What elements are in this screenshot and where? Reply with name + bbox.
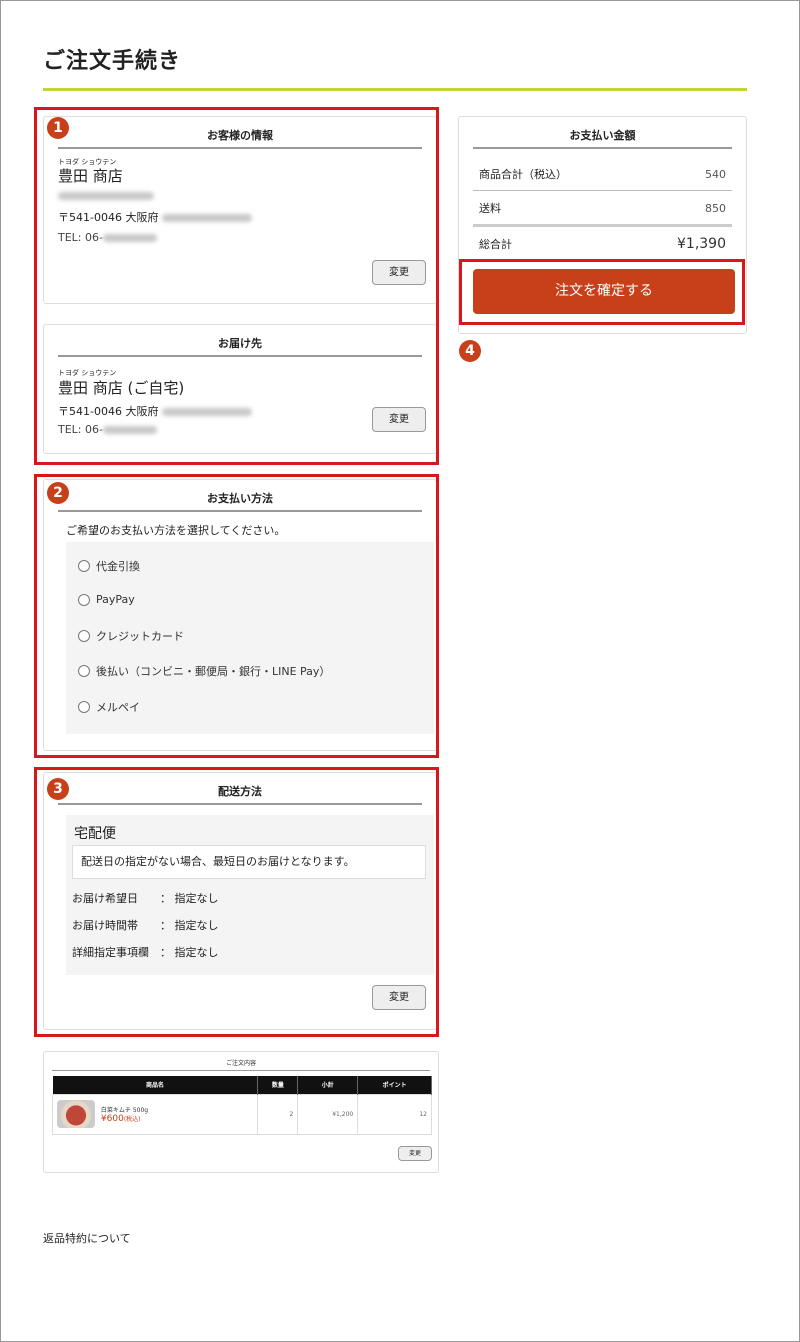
delivery-address-card: お届け先 トヨダ ショウテン 豊田 商店 (ご自宅) 〒541-0046 大阪府… bbox=[43, 324, 437, 454]
order-items-heading: ご注文内容 bbox=[52, 1058, 430, 1071]
radio-icon[interactable] bbox=[78, 701, 90, 713]
product-qty: 2 bbox=[257, 1093, 299, 1135]
title-divider bbox=[43, 88, 747, 91]
delivery-name: 豊田 商店 (ご自宅) bbox=[58, 379, 185, 397]
summary-row-total: 総合計 ¥1,390 bbox=[479, 236, 726, 252]
customer-tel: TEL: 06- bbox=[58, 231, 157, 244]
shipping-note: 配送日の指定がない場合、最短日のお届けとなります。 bbox=[72, 845, 426, 879]
delivery-change-button[interactable]: 変更 bbox=[372, 407, 426, 432]
payment-option-cod[interactable]: 代金引換 bbox=[78, 558, 140, 574]
customer-address: 〒541-0046 大阪府 bbox=[58, 209, 252, 225]
product-price: ¥600 bbox=[100, 1113, 124, 1124]
step-badge-4: 4 bbox=[459, 340, 481, 362]
radio-icon[interactable] bbox=[78, 560, 90, 572]
product-subtotal: ¥1,200 bbox=[297, 1093, 359, 1135]
payment-option-paypay[interactable]: PayPay bbox=[78, 593, 135, 606]
summary-row-shipping: 送料 850 bbox=[479, 201, 726, 216]
product-name[interactable]: 白菜キムチ 500g bbox=[101, 1105, 148, 1114]
summary-row-subtotal: 商品合計（税込） 540 bbox=[479, 167, 726, 182]
payment-option-merpay[interactable]: メルペイ bbox=[78, 699, 140, 715]
delivery-tel: TEL: 06- bbox=[58, 423, 157, 436]
shipping-method-heading: 配送方法 bbox=[58, 783, 422, 805]
step-badge-3: 3 bbox=[47, 778, 69, 800]
table-row: 白菜キムチ 500g ¥600(税込) 2 ¥1,200 12 bbox=[51, 1093, 432, 1135]
shipping-change-button[interactable]: 変更 bbox=[372, 985, 426, 1010]
column-header-points: ポイント bbox=[357, 1076, 432, 1094]
returns-policy-link[interactable]: 返品特約について bbox=[43, 1230, 131, 1246]
confirm-order-button[interactable]: 注文を確定する bbox=[473, 269, 735, 314]
customer-info-heading: お客様の情報 bbox=[58, 127, 422, 149]
radio-icon[interactable] bbox=[78, 593, 90, 606]
product-thumbnail[interactable] bbox=[57, 1100, 95, 1128]
payment-option-credit-card[interactable]: クレジットカード bbox=[78, 628, 184, 644]
shipping-method-name: 宅配便 bbox=[74, 826, 116, 842]
payment-options: 代金引換 PayPay クレジットカード 後払い（コンビニ・郵便局・銀行・LIN… bbox=[66, 542, 434, 734]
shipping-row-date: お届け希望日： 指定なし bbox=[72, 892, 219, 905]
customer-email bbox=[58, 189, 154, 202]
product-points: 12 bbox=[357, 1093, 432, 1135]
step-badge-1: 1 bbox=[47, 117, 69, 139]
shipping-method-card: 配送方法 宅配便 配送日の指定がない場合、最短日のお届けとなります。 お届け希望… bbox=[43, 772, 437, 1030]
shipping-row-time: お届け時間帯： 指定なし bbox=[72, 919, 219, 932]
payment-option-deferred[interactable]: 後払い（コンビニ・郵便局・銀行・LINE Pay） bbox=[78, 663, 330, 679]
delivery-address-heading: お届け先 bbox=[58, 335, 422, 357]
payment-method-card: お支払い方法 ご希望のお支払い方法を選択してください。 代金引換 PayPay … bbox=[43, 479, 437, 751]
shipping-row-details: 詳細指定事項欄： 指定なし bbox=[72, 946, 219, 959]
order-items-change-button[interactable]: 変更 bbox=[398, 1146, 432, 1161]
page-title: ご注文手続き bbox=[43, 49, 182, 74]
product-cell: 白菜キムチ 500g ¥600(税込) bbox=[51, 1093, 259, 1135]
customer-change-button[interactable]: 変更 bbox=[372, 260, 426, 285]
delivery-address: 〒541-0046 大阪府 bbox=[58, 403, 252, 419]
payment-summary-card: お支払い金額 商品合計（税込） 540 送料 850 総合計 ¥1,390 注文を確定… bbox=[458, 116, 747, 334]
radio-icon[interactable] bbox=[78, 665, 90, 677]
payment-method-heading: お支払い方法 bbox=[58, 490, 422, 512]
payment-summary-heading: お支払い金額 bbox=[473, 127, 732, 149]
column-header-name: 商品名 bbox=[52, 1076, 259, 1094]
order-items-table: 商品名 数量 小計 ポイント 白菜キムチ 500g ¥600(税込) 2 ¥1,… bbox=[51, 1076, 432, 1135]
product-tax-note: (税込) bbox=[123, 1115, 141, 1123]
column-header-qty: 数量 bbox=[257, 1076, 299, 1094]
radio-icon[interactable] bbox=[78, 630, 90, 642]
column-header-subtotal: 小計 bbox=[297, 1076, 359, 1094]
order-items-card: ご注文内容 商品名 数量 小計 ポイント 白菜キムチ 500g ¥600(税込)… bbox=[43, 1051, 439, 1173]
customer-name: 豊田 商店 bbox=[58, 167, 123, 185]
shipping-details: 宅配便 配送日の指定がない場合、最短日のお届けとなります。 お届け希望日： 指定… bbox=[66, 815, 434, 975]
customer-info-card: お客様の情報 トヨダ ショウテン 豊田 商店 〒541-0046 大阪府 TEL… bbox=[43, 116, 437, 304]
step-badge-2: 2 bbox=[47, 482, 69, 504]
payment-method-description: ご希望のお支払い方法を選択してください。 bbox=[66, 524, 286, 537]
